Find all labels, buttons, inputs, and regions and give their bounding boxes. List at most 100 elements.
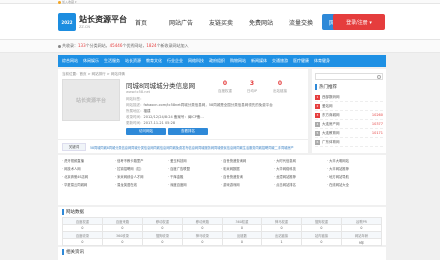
link-item[interactable]: · 千辉金融 bbox=[168, 174, 221, 179]
category-item[interactable]: 行业企业 bbox=[167, 58, 183, 64]
table-cell: 0 bbox=[221, 224, 263, 232]
info-label: 网站标签： bbox=[126, 97, 144, 101]
category-item[interactable]: 综合网站 bbox=[62, 58, 78, 64]
link-item[interactable]: · 拉钩招聘网（拉） bbox=[115, 166, 168, 171]
nav-links[interactable]: 友链买卖 bbox=[202, 14, 240, 30]
link-item[interactable]: · 彩米网数据 bbox=[221, 166, 274, 171]
table-header-cell: 百度收录 bbox=[62, 231, 103, 239]
link-item[interactable]: · 华夏易云同城网 bbox=[62, 182, 115, 187]
breadcrumb: 当前位置：首页 > 网站排行 > 网站详情 bbox=[62, 72, 125, 76]
table-cell: 0 bbox=[261, 224, 302, 232]
visit-site-button[interactable]: 访问网站 bbox=[126, 128, 166, 135]
sidebar-item-name: 大连教育网 bbox=[322, 130, 340, 135]
section-title: 相关资讯 bbox=[62, 249, 84, 255]
view-rank-button[interactable]: 查看排名 bbox=[168, 128, 208, 135]
link-item[interactable]: · 爱玉科技网 bbox=[168, 158, 221, 163]
link-item[interactable]: · 地方网站导航 bbox=[327, 174, 380, 179]
header: 2022 站长资源平台 ZZ.CN 首页 网站广告 友链买卖 免费网站 流量交换… bbox=[0, 4, 440, 40]
stat-baidu-weight: 0 百度权重 bbox=[213, 80, 237, 94]
table-header-cell: 出站链接 bbox=[261, 231, 302, 239]
table-row: 0 0 0 0 0 1 0 9年 bbox=[62, 238, 383, 246]
info-indexed: 收录时间：2012/12/24/8:24 备案号：闽ICP备... bbox=[126, 115, 204, 120]
category-item[interactable]: 体育健身 bbox=[314, 58, 330, 64]
table-header-cell: 百度来路 bbox=[101, 217, 143, 225]
nav-free[interactable]: 免费网站 bbox=[242, 14, 280, 30]
link-item[interactable]: · 点击网站排名 bbox=[274, 182, 327, 187]
category-item[interactable]: 教育文化 bbox=[146, 58, 162, 64]
stat-daily-ip: 3 日均IP bbox=[240, 80, 264, 94]
category-bar: 综合网站 休闲娱乐 生活服务 站长资源 教育文化 行业企业 网络科技 政府组织 … bbox=[58, 55, 386, 67]
link-item[interactable]: · 大丰网站推荐 bbox=[327, 166, 380, 171]
sidebar-item[interactable]: 4 大连房产网 10377 bbox=[315, 120, 383, 129]
stat-outbound-links: 0 出站链接 bbox=[268, 80, 292, 94]
nav-traffic[interactable]: 流量交换 bbox=[282, 14, 320, 30]
category-item[interactable]: 交通旅游 bbox=[272, 58, 288, 64]
sidebar-item[interactable]: 3 东方商城网 10260 bbox=[315, 111, 383, 120]
main-nav: 首页 网站广告 友链买卖 免费网站 流量交换 网站排行 bbox=[122, 14, 362, 30]
link-item[interactable]: · 游戏游戏网 bbox=[221, 182, 274, 187]
table-cell: 0 bbox=[101, 224, 143, 232]
speaker-icon bbox=[58, 44, 61, 48]
site-thumbnail: 站长资源平台 bbox=[62, 79, 120, 121]
link-item[interactable]: · 米米网综合人才网 bbox=[115, 174, 168, 179]
sidebar-item-num: 10171 bbox=[371, 131, 383, 135]
sidebar-item[interactable]: 1 西部数码网 bbox=[315, 93, 383, 102]
link-item[interactable]: · 大华网络科技 bbox=[274, 166, 327, 171]
table-cell: 0 bbox=[101, 238, 143, 246]
link-item[interactable]: · 深度百度网 bbox=[168, 182, 221, 187]
category-item[interactable]: 购物网站 bbox=[230, 58, 246, 64]
notice-bar: 共收录：133个分类网站，45446个优秀网站，1824个新收录网站加入 bbox=[0, 40, 440, 53]
category-item[interactable]: 生活服务 bbox=[104, 58, 120, 64]
keyword-list[interactable]: 58同城同城8同城分类信息网同城分类信息网同城信息网同城免费发布信息网同城服务网… bbox=[90, 145, 304, 150]
category-item[interactable]: 新闻媒体 bbox=[251, 58, 267, 64]
category-item[interactable]: 医疗健康 bbox=[293, 58, 309, 64]
table-row: 0 0 0 0 0 0 0 0 bbox=[62, 224, 383, 232]
notice-mid2: 个优秀网站， bbox=[122, 43, 147, 48]
table-cell: 0 bbox=[62, 224, 103, 232]
keyword-row: 关键词 58同城同城8同城分类信息网同城分类信息网同城信息网同城免费发布信息网同… bbox=[58, 139, 308, 153]
sidebar-item[interactable]: 6 广东体育网 bbox=[315, 138, 383, 147]
link-item[interactable]: · 龙潭网站推荐 bbox=[274, 174, 327, 179]
logo[interactable]: 2022 站长资源平台 ZZ.CN bbox=[58, 12, 127, 32]
category-item[interactable]: 站长资源 bbox=[125, 58, 141, 64]
sidebar-item-name: 爱站网 bbox=[322, 103, 333, 108]
stat-value: 0 bbox=[277, 80, 283, 87]
link-item[interactable]: · 网技术人网 bbox=[62, 166, 115, 171]
table-cell: 0 bbox=[62, 238, 103, 246]
link-item[interactable]: · 在线网站大全 bbox=[327, 182, 380, 187]
info-label: 网站描述： bbox=[126, 103, 144, 107]
link-item[interactable]: · 百度广告联盟 bbox=[168, 166, 221, 171]
section-title: 网站数据 bbox=[62, 209, 84, 215]
nav-ads[interactable]: 网站广告 bbox=[162, 14, 200, 30]
sidebar-item[interactable]: 2 爱站网 bbox=[315, 102, 383, 111]
table-cell: 0 bbox=[141, 238, 183, 246]
link-item[interactable]: · 大时代信息网 bbox=[274, 158, 327, 163]
link-item[interactable]: · 虎牙视频直播 bbox=[62, 158, 115, 163]
category-item[interactable]: 政府组织 bbox=[209, 58, 225, 64]
table-header-cell: 360权重 bbox=[221, 217, 263, 225]
sidebar-item[interactable]: 5 大连教育网 10171 bbox=[315, 129, 383, 138]
table-header-cell: 谷歌PR bbox=[340, 217, 383, 225]
info-label: 所属地区： bbox=[126, 109, 144, 113]
logo-badge: 2022 bbox=[58, 13, 76, 31]
info-updated: 更新时间：2017-11-21 05:28 bbox=[126, 121, 175, 126]
link-item[interactable]: · 百世快递查询 bbox=[221, 174, 274, 179]
link-item[interactable]: · 易龙英语在线 bbox=[115, 182, 168, 187]
link-item[interactable]: · 百世快递查询网 bbox=[221, 158, 274, 163]
sidebar: 热门推荐 1 西部数码网 2 爱站网 3 东方商城网 10260 4 大连房产网 10377… bbox=[312, 69, 386, 153]
nav-home[interactable]: 首页 bbox=[122, 14, 160, 30]
link-item[interactable]: · 大丰大明网站 bbox=[327, 158, 380, 163]
sidebar-search-input[interactable] bbox=[315, 73, 383, 80]
link-item[interactable]: · 北京奔驰4S店网 bbox=[62, 174, 115, 179]
rank-badge: 1 bbox=[315, 94, 320, 100]
category-item[interactable]: 网络科技 bbox=[188, 58, 204, 64]
info-tags: 网站标签： bbox=[126, 97, 144, 102]
site-url[interactable]: www.tc58.net bbox=[126, 90, 150, 94]
login-button[interactable]: 登录/注册 ▾ bbox=[333, 14, 385, 30]
stat-value: 0 bbox=[222, 80, 228, 87]
category-item[interactable]: 休闲娱乐 bbox=[83, 58, 99, 64]
table-header-row: 百度权重 百度来路 移动权重 移动来路 360权重 神马权重 搜狗权重 谷歌PR bbox=[62, 217, 383, 225]
search-icon[interactable] bbox=[377, 75, 381, 79]
link-item[interactable]: · 信考不教卡路里产 bbox=[115, 158, 168, 163]
sidebar-list: 1 西部数码网 2 爱站网 3 东方商城网 10260 4 大连房产网 10377 5 大连教… bbox=[315, 93, 383, 147]
